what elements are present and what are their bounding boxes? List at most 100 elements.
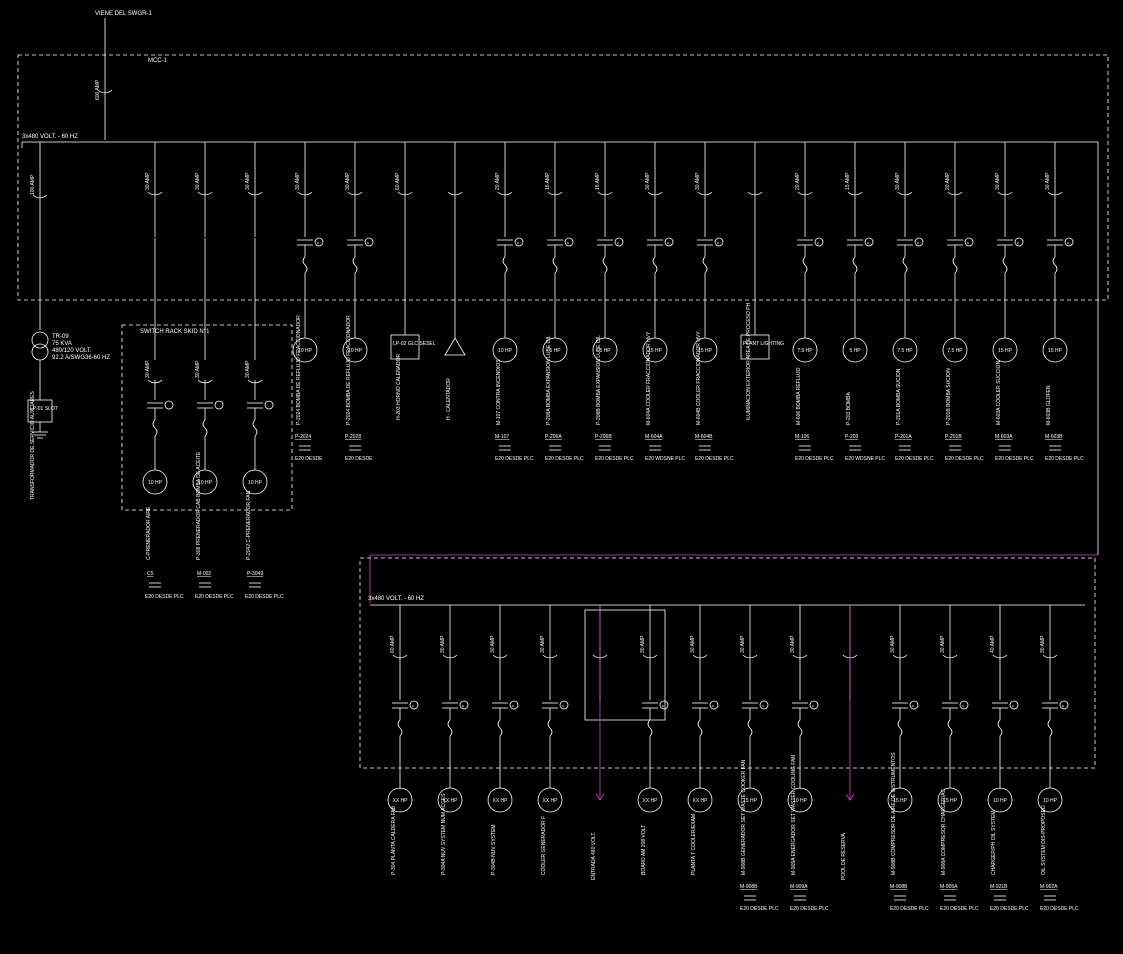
svg-text:c: c — [517, 240, 519, 245]
svg-text:10 HP: 10 HP — [993, 798, 1008, 804]
svg-text:OIL SYSTEM DIS-PROPOSED: OIL SYSTEM DIS-PROPOSED — [1041, 805, 1047, 875]
svg-text:H-203 HORNO CALENADOR: H-203 HORNO CALENADOR — [396, 353, 402, 420]
svg-text:E20 DESDE PLC: E20 DESDE PLC — [545, 456, 584, 462]
svg-text:POOL DE RESERVA: POOL DE RESERVA — [841, 832, 847, 880]
svg-text:M-908B: M-908B — [740, 884, 758, 890]
svg-text:E20 WDSNE PLC: E20 WDSNE PLC — [845, 456, 885, 462]
svg-text:E20 DESDE PLC: E20 DESDE PLC — [740, 906, 779, 912]
svg-text:c: c — [567, 240, 569, 245]
svg-text:P-2028: P-2028 — [345, 434, 361, 440]
mcc-label: MCC-1 — [148, 58, 168, 64]
svg-text:30 AMP: 30 AMP — [245, 172, 251, 190]
source-label: VIENE DEL SWGR-1 — [95, 11, 152, 17]
svg-text:7.5 HP: 7.5 HP — [947, 348, 963, 354]
svg-text:c: c — [617, 240, 619, 245]
svg-text:M-606 BOMBA REFLUJO: M-606 BOMBA REFLUJO — [796, 367, 802, 425]
svg-text:E20 DESDE PLC: E20 DESDE PLC — [1045, 456, 1084, 462]
svg-text:E20 DESDE PLC: E20 DESDE PLC — [940, 906, 979, 912]
svg-text:M-603B: M-603B — [1045, 434, 1063, 440]
svg-text:ENTRADA 480 VOLT.: ENTRADA 480 VOLT. — [591, 832, 597, 880]
svg-text:E20 DESDE PLC: E20 DESDE PLC — [195, 594, 234, 600]
svg-text:20 AMP: 20 AMP — [795, 172, 801, 190]
svg-text:c: c — [762, 703, 764, 708]
svg-text:c: c — [812, 703, 814, 708]
svg-text:30 AMP: 30 AMP — [1045, 172, 1051, 190]
svg-text:30 AMP: 30 AMP — [890, 635, 896, 653]
svg-text:7.5 HP: 7.5 HP — [797, 348, 813, 354]
svg-text:M-908A COMPRESOR CHARGER/AC: M-908A COMPRESOR CHARGER/AC — [941, 788, 947, 875]
svg-text:E20 DESDE PLC: E20 DESDE PLC — [890, 906, 929, 912]
svg-text:30 AMP: 30 AMP — [1040, 635, 1046, 653]
svg-text:P-201B BOMBA SUCION: P-201B BOMBA SUCION — [946, 368, 952, 425]
svg-text:M-921B: M-921B — [990, 884, 1008, 890]
lower-enclosure — [360, 558, 1095, 768]
svg-text:30 AMP: 30 AMP — [440, 635, 446, 653]
svg-text:30 AMP: 30 AMP — [645, 172, 651, 190]
svg-text:5 HP: 5 HP — [849, 348, 861, 354]
svg-text:c: c — [562, 703, 564, 708]
svg-text:c: c — [817, 240, 819, 245]
svg-text:c: c — [1012, 703, 1014, 708]
svg-text:30 AMP: 30 AMP — [895, 172, 901, 190]
svg-text:30 AMP: 30 AMP — [540, 635, 546, 653]
svg-text:M-106: M-106 — [795, 434, 809, 440]
svg-text:M-604B: M-604B — [695, 434, 713, 440]
svg-text:E20 DESDE PLC: E20 DESDE PLC — [495, 456, 534, 462]
svg-text:E20 DESDE: E20 DESDE — [345, 456, 373, 462]
svg-text:M-107: M-107 — [495, 434, 509, 440]
svg-text:60 AMP: 60 AMP — [390, 635, 396, 653]
svg-text:c: c — [412, 703, 414, 708]
svg-text:P-208B BOMBA EXPANSION LUBE OI: P-208B BOMBA EXPANSION LUBE OIL — [596, 335, 602, 425]
svg-text:40 AMP: 40 AMP — [990, 635, 996, 653]
svg-text:480/120 VOLT.: 480/120 VOLT. — [52, 348, 92, 354]
svg-text:15 HP: 15 HP — [998, 348, 1013, 354]
svg-text:c: c — [962, 703, 964, 708]
transformer-branch: 100 AMP TR-09 75 KVA 480/120 VOLT. 92.2 … — [28, 142, 110, 500]
svg-text:P-201A: P-201A — [895, 434, 912, 440]
svg-text:H - CALENTADOR: H - CALENTADOR — [446, 378, 452, 420]
svg-text:P-208A BOMBA EXPANSION LUBE OI: P-208A BOMBA EXPANSION LUBE OIL — [546, 335, 552, 425]
svg-text:E20 DESDE PLC: E20 DESDE PLC — [795, 456, 834, 462]
svg-text:M-604B COOLER FRACCIONADOR HVY: M-604B COOLER FRACCIONADOR HVY — [696, 331, 702, 425]
svg-text:E20 WDSNE PLC: E20 WDSNE PLC — [645, 456, 685, 462]
svg-text:M-908B: M-908B — [890, 884, 908, 890]
svg-text:15 HP: 15 HP — [1048, 348, 1063, 354]
svg-text:XX HP: XX HP — [492, 798, 508, 804]
svg-text:M-107 CONTRA INCENDIOS: M-107 CONTRA INCENDIOS — [496, 359, 502, 425]
svg-text:M-604A: M-604A — [645, 434, 663, 440]
svg-text:c: c — [717, 240, 719, 245]
svg-text:M-902A: M-902A — [1040, 884, 1058, 890]
svg-text:92.2 A/SWG36-60 HZ: 92.2 A/SWG36-60 HZ — [52, 355, 110, 361]
svg-text:CHARGER/PH OIL SYSTEM: CHARGER/PH OIL SYSTEM — [991, 810, 997, 875]
svg-text:15 AMP: 15 AMP — [595, 172, 601, 190]
main-amp: 600 AMP — [95, 79, 101, 100]
tx-amp: 100 AMP — [30, 174, 36, 195]
svg-text:15 AMP: 15 AMP — [845, 172, 851, 190]
svg-text:E20 DESDE PLC: E20 DESDE PLC — [1040, 906, 1079, 912]
svg-text:E20 DESDE PLC: E20 DESDE PLC — [695, 456, 734, 462]
svg-text:10 HP: 10 HP — [248, 480, 263, 486]
svg-text:E20 DESDE PLC: E20 DESDE PLC — [990, 906, 1029, 912]
svg-text:30 AMP: 30 AMP — [995, 172, 1001, 190]
svg-text:60 AMP: 60 AMP — [395, 172, 401, 190]
svg-text:30 AMP: 30 AMP — [640, 635, 646, 653]
svg-text:c: c — [967, 240, 969, 245]
svg-text:c: c — [712, 703, 714, 708]
svg-text:c: c — [512, 703, 514, 708]
svg-text:P-304A NUV SYSTEM NUM ACCES: P-304A NUV SYSTEM NUM ACCES — [441, 793, 447, 875]
svg-text:TRANSFORMADOR DE SERVICIO AUXL: TRANSFORMADOR DE SERVICIO AUXLIARES — [30, 391, 36, 500]
svg-text:M-908B GENERADOR SET WASTE COO: M-908B GENERADOR SET WASTE COOKER FAN — [741, 759, 747, 875]
svg-text:E20 DESDE PLC: E20 DESDE PLC — [895, 456, 934, 462]
switch-rack-title: SWITCH RACK SKID N°1 — [140, 329, 210, 335]
svg-text:20 AMP: 20 AMP — [495, 172, 501, 190]
svg-text:P-304 PLANTA CALDERA FAB: P-304 PLANTA CALDERA FAB — [391, 805, 397, 875]
svg-text:P-2024 BOMBA DE REFLUJO FRACCI: P-2024 BOMBA DE REFLUJO FRACCIONADOR — [346, 315, 352, 425]
svg-text:20 AMP: 20 AMP — [945, 172, 951, 190]
svg-text:P-2042 C-PRENERADOR FAN: P-2042 C-PRENERADOR FAN — [246, 490, 252, 560]
svg-text:P-206B: P-206B — [595, 434, 612, 440]
svg-text:c: c — [367, 240, 369, 245]
svg-text:c: c — [662, 703, 664, 708]
svg-text:M-909A: M-909A — [790, 884, 808, 890]
svg-text:P-308 PRENERADOR CAB BOMBA DE: P-308 PRENERADOR CAB BOMBA DE ACEITE — [196, 451, 202, 560]
svg-text:10 HP: 10 HP — [498, 348, 513, 354]
